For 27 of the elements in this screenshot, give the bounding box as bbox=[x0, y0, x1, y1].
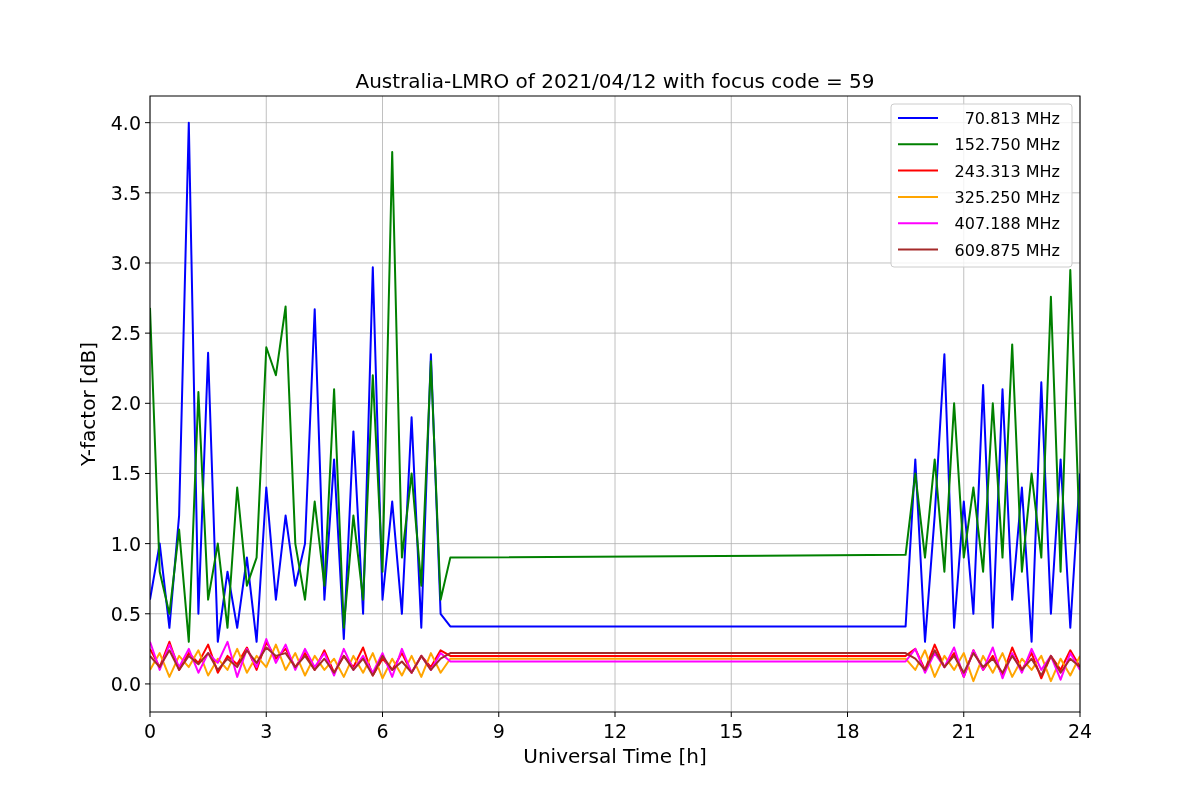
legend-label: 243.313 MHz bbox=[954, 161, 1060, 181]
y-tick-label: 3.0 bbox=[110, 252, 141, 274]
y-tick-label: 1.0 bbox=[110, 532, 141, 555]
legend-label: 407.188 MHz bbox=[954, 214, 1060, 234]
x-tick-label: 6 bbox=[376, 720, 389, 742]
chart-title: Australia-LMRO of 2021/04/12 with focus code = 59 bbox=[355, 69, 875, 93]
x-tick-label: 15 bbox=[719, 720, 744, 742]
y-tick-label: 4.0 bbox=[110, 111, 141, 134]
x-tick-label: 3 bbox=[260, 720, 273, 742]
y-tick-label: 2.0 bbox=[110, 392, 141, 415]
y-tick-label: 1.5 bbox=[110, 462, 141, 485]
x-tick-label: 21 bbox=[951, 720, 976, 742]
x-tick-label: 18 bbox=[835, 720, 860, 742]
x-tick-label: 9 bbox=[492, 720, 505, 742]
y-tick-label: 2.5 bbox=[110, 322, 141, 345]
legend-label: 325.250 MHz bbox=[954, 187, 1060, 207]
legend-label: 152.750 MHz bbox=[954, 135, 1060, 155]
x-tick-label: 0 bbox=[143, 720, 157, 742]
x-tick-label: 12 bbox=[602, 720, 628, 742]
y-tick-label: 0.0 bbox=[110, 672, 141, 695]
y-tick-label: 0.5 bbox=[110, 602, 141, 625]
legend-label: 609.875 MHz bbox=[954, 240, 1060, 260]
x-tick-label: 24 bbox=[1067, 720, 1093, 742]
y-axis-label: Y-factor [dB] bbox=[76, 342, 100, 466]
legend-label: 70.813 MHz bbox=[964, 109, 1060, 128]
x-axis-label: Universal Time [h] bbox=[523, 744, 707, 768]
y-tick-label: 3.5 bbox=[110, 181, 141, 204]
